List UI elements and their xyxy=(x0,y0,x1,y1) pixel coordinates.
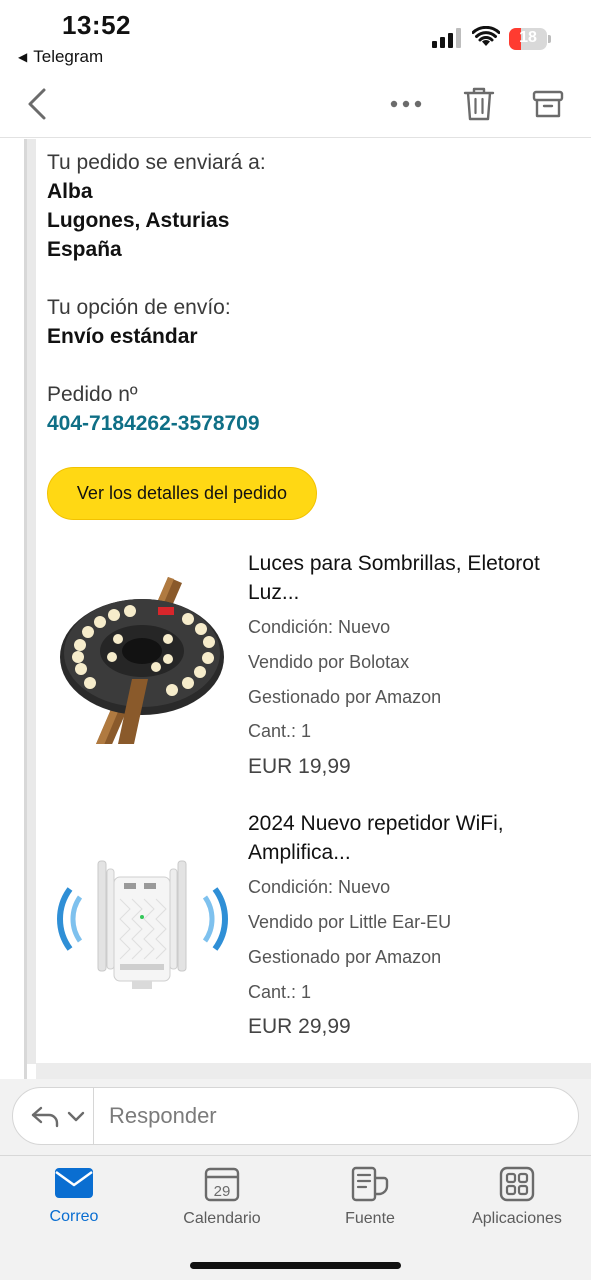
tab-label: Fuente xyxy=(345,1210,395,1227)
shipping-option-label: Tu opción de envío: xyxy=(47,296,231,319)
product-condition: Condición: Nuevo xyxy=(248,877,391,897)
apps-icon xyxy=(499,1166,535,1202)
order-details-button[interactable]: Ver los detalles del pedido xyxy=(47,467,317,520)
reply-input[interactable]: Responder xyxy=(12,1087,579,1145)
product-title-line: 2024 Nuevo repetidor WiFi, xyxy=(248,812,504,835)
product-title[interactable]: Luces para Sombrillas, Eletorot Luz... xyxy=(248,549,568,607)
tab-label: Correo xyxy=(49,1208,99,1225)
shipping-option: Envío estándar xyxy=(47,325,198,348)
mail-toolbar xyxy=(0,70,591,138)
calendar-day: 29 xyxy=(214,1183,231,1200)
quote-footer-band xyxy=(36,1063,591,1079)
tab-feed[interactable]: Fuente xyxy=(305,1166,435,1236)
product-seller: Vendido por Little Ear-EU xyxy=(248,912,452,932)
back-app-label: Telegram xyxy=(33,47,104,66)
product-fulfillment: Gestionado por Amazon xyxy=(248,947,442,967)
quote-border-inner xyxy=(27,139,36,1064)
chevron-left-icon[interactable] xyxy=(22,84,52,124)
product-price: EUR 29,99 xyxy=(248,1015,351,1038)
product-title-line: Luz... xyxy=(248,581,300,604)
ship-to-label: Tu pedido se enviará a: xyxy=(47,151,266,174)
cellular-signal-icon xyxy=(432,28,461,48)
product-title-line: Amplifica... xyxy=(248,841,351,864)
wifi-repeater-product-image[interactable] xyxy=(50,819,235,1004)
reply-placeholder: Responder xyxy=(109,1103,217,1128)
screen: 13:52 ◀ Telegram 18 Tu pedido se enviará… xyxy=(0,0,591,1280)
reply-bar: Responder xyxy=(0,1079,591,1155)
more-icon[interactable] xyxy=(388,92,424,116)
product-fulfillment: Gestionado por Amazon xyxy=(248,687,442,707)
product-seller: Vendido por Bolotax xyxy=(248,652,410,672)
status-time: 13:52 xyxy=(62,10,131,40)
tab-label: Aplicaciones xyxy=(472,1210,562,1227)
status-bar: 13:52 ◀ Telegram 18 xyxy=(0,0,591,70)
battery-level: 18 xyxy=(519,29,537,46)
reply-divider xyxy=(93,1088,94,1144)
feed-icon xyxy=(351,1166,389,1202)
product-condition: Condición: Nuevo xyxy=(248,617,391,637)
recipient-country: España xyxy=(47,238,122,261)
home-indicator xyxy=(190,1262,401,1269)
product-price: EUR 19,99 xyxy=(248,755,351,778)
tab-calendar[interactable]: 29 Calendario xyxy=(157,1166,287,1236)
product-quantity: Cant.: 1 xyxy=(248,721,312,741)
recipient-name: Alba xyxy=(47,180,93,203)
wifi-icon xyxy=(472,26,500,46)
archive-icon[interactable] xyxy=(532,88,564,120)
tab-apps[interactable]: Aplicaciones xyxy=(452,1166,582,1236)
trash-icon[interactable] xyxy=(462,86,496,122)
tab-label: Calendario xyxy=(183,1210,261,1227)
tab-mail[interactable]: Correo xyxy=(9,1166,139,1236)
back-to-app-link[interactable]: ◀ Telegram xyxy=(18,47,103,67)
mail-icon xyxy=(55,1168,93,1198)
umbrella-light-product-image[interactable] xyxy=(50,559,235,744)
order-number-link[interactable]: 404-7184262-3578709 xyxy=(47,412,260,436)
reply-options-icon[interactable] xyxy=(29,1102,89,1132)
battery-icon: 18 xyxy=(509,28,551,50)
back-triangle-icon: ◀ xyxy=(18,50,28,64)
recipient-city: Lugones, Asturias xyxy=(47,209,230,232)
product-title[interactable]: 2024 Nuevo repetidor WiFi, Amplifica... xyxy=(248,809,568,867)
order-number-label: Pedido nº xyxy=(47,383,138,406)
email-body[interactable]: Tu pedido se enviará a: Alba Lugones, As… xyxy=(0,139,591,1079)
product-title-line: Luces para Sombrillas, Eletorot xyxy=(248,552,540,575)
calendar-icon: 29 xyxy=(204,1167,240,1202)
tab-bar: Correo 29 Calendario Fuente Aplicaciones xyxy=(0,1155,591,1280)
product-quantity: Cant.: 1 xyxy=(248,982,312,1002)
